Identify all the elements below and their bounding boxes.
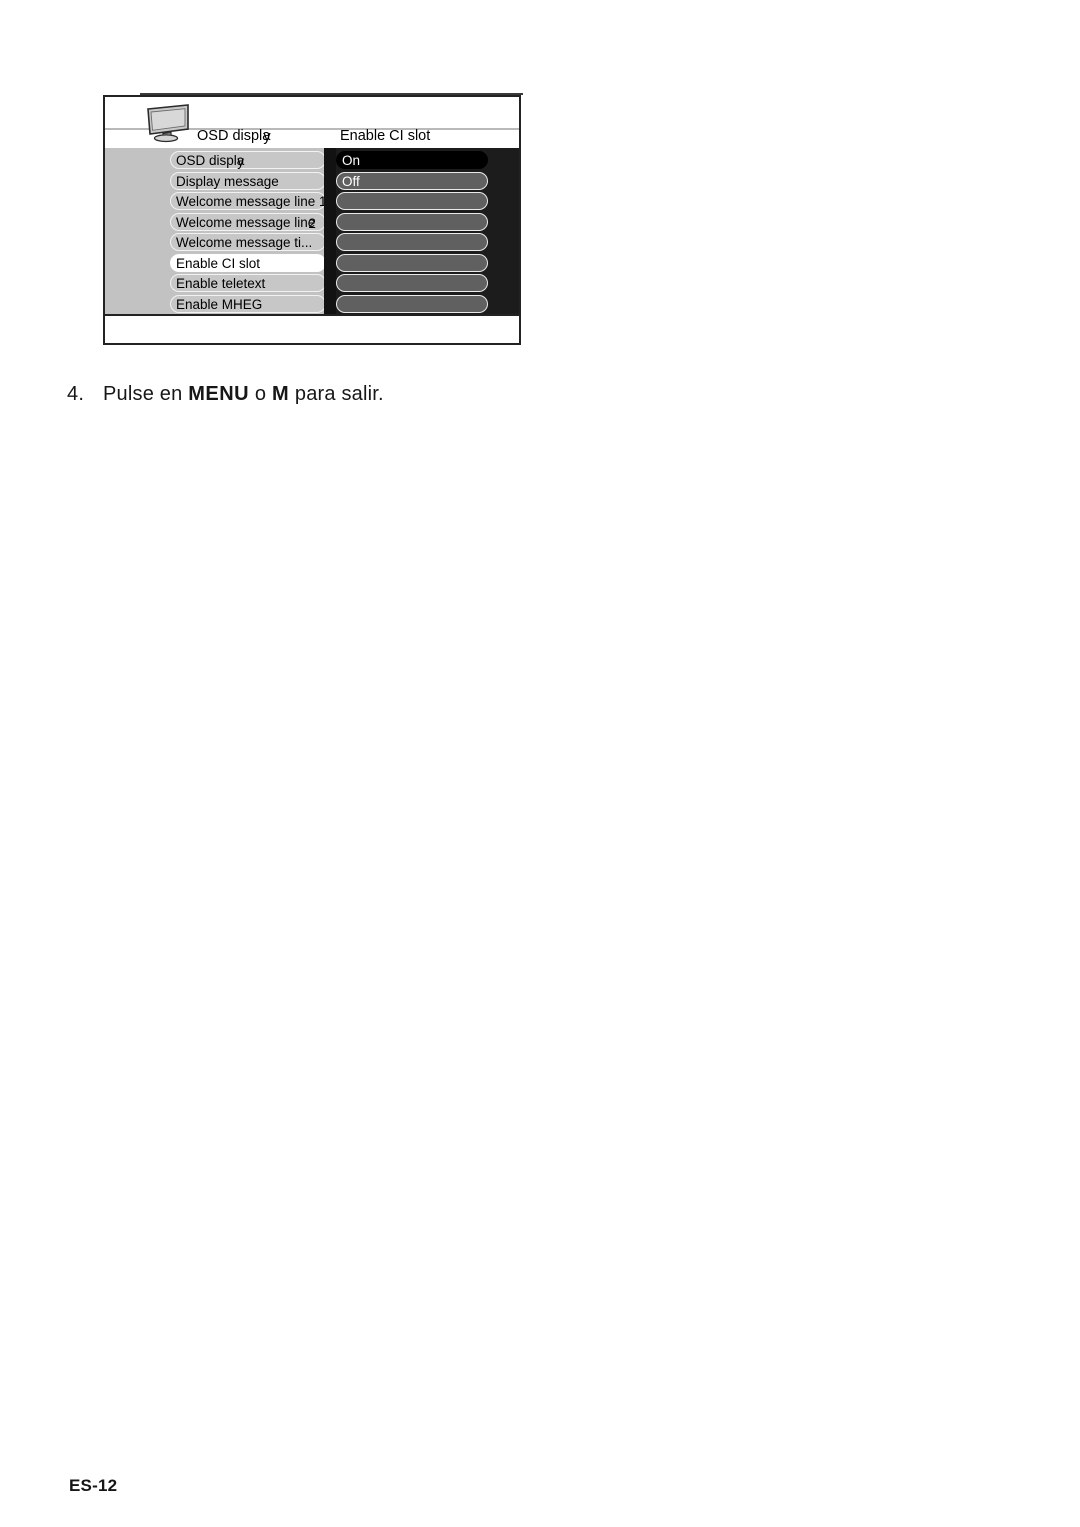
menu-item-overlap-glyph: 2: [308, 215, 316, 231]
option-item-empty[interactable]: [336, 274, 488, 292]
key-menu-label: MENU: [188, 383, 250, 405]
option-item-label: Off: [342, 173, 360, 189]
menu-item-label: Display message: [176, 173, 279, 189]
menu-item-label: Welcome message line 1: [176, 194, 327, 209]
option-item-empty[interactable]: [336, 294, 488, 313]
osd-right-menu-list: On Off: [336, 151, 488, 315]
menu-item-label: Welcome message line: [176, 214, 316, 230]
menu-item-overlap-glyph: y: [237, 154, 245, 169]
osd-header: OSD display Enable CI slot: [105, 97, 519, 148]
instruction-step-4: 4. Pulse en MENU o M para salir.: [67, 380, 667, 408]
header-title-right: Enable CI slot: [340, 128, 431, 144]
option-item-empty[interactable]: [336, 192, 488, 210]
step-number: 4.: [67, 383, 85, 405]
header-title-left-text: OSD displa: [197, 128, 271, 144]
menu-item-label: Enable teletext: [176, 276, 266, 291]
osd-left-menu-list: OSD display Display message Welcome mess…: [170, 151, 327, 315]
menu-item-welcome-message-line-1[interactable]: Welcome message line 1: [170, 192, 327, 210]
osd-pane-divider: [324, 148, 336, 314]
menu-item-label: Enable MHEG: [176, 296, 263, 312]
osd-left-pane: OSD display Display message Welcome mess…: [105, 148, 327, 315]
menu-item-enable-ci-slot[interactable]: Enable CI slot: [170, 253, 326, 272]
menu-item-label: OSD displa: [176, 153, 245, 168]
option-item-empty[interactable]: [336, 253, 488, 272]
page-footer-label: ES-12: [69, 1476, 118, 1495]
osd-right-pane: On Off: [336, 148, 519, 314]
step-text-middle: o: [249, 383, 272, 405]
option-item-on[interactable]: On: [336, 151, 488, 169]
option-item-empty[interactable]: [336, 212, 488, 231]
header-title-left-overlap-glyph: y: [263, 129, 271, 145]
osd-frame: OSD display Enable CI slot OSD display D…: [103, 95, 521, 345]
step-text-after: para salir.: [289, 383, 384, 405]
menu-item-welcome-message-time[interactable]: Welcome message ti...: [170, 233, 326, 251]
option-item-empty[interactable]: [336, 233, 488, 251]
menu-item-welcome-message-line-2[interactable]: Welcome message line2: [170, 212, 326, 231]
step-text-before: Pulse en: [103, 383, 189, 405]
menu-item-display-message[interactable]: Display message: [170, 171, 326, 190]
osd-screenshot-figure: OSD display Enable CI slot OSD display D…: [103, 93, 523, 347]
osd-footer-band: [105, 314, 519, 343]
menu-item-label: Welcome message ti...: [176, 235, 313, 250]
menu-item-osd-display[interactable]: OSD display: [170, 151, 326, 169]
menu-item-enable-mheg[interactable]: Enable MHEG: [170, 294, 326, 313]
header-title-left: OSD display: [197, 127, 278, 145]
option-item-off[interactable]: Off: [336, 171, 488, 190]
tv-monitor-icon: [140, 103, 196, 143]
menu-item-enable-teletext[interactable]: Enable teletext: [170, 274, 326, 292]
key-m-label: M: [271, 383, 290, 405]
option-item-label: On: [342, 153, 361, 168]
menu-item-label: Enable CI slot: [176, 255, 261, 271]
osd-body: OSD display Display message Welcome mess…: [105, 148, 519, 314]
